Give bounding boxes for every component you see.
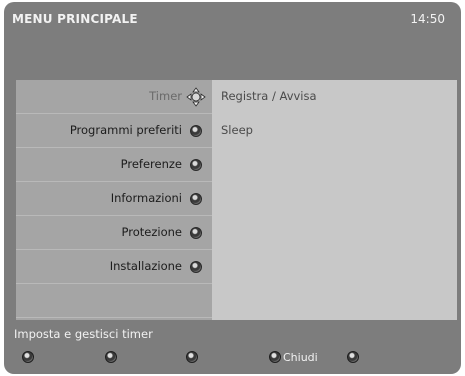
bullet-icon <box>190 193 202 205</box>
main-menu: Timer Programmi preferiti Preferenze Inf… <box>16 80 212 320</box>
menu-item-label: Timer <box>149 89 182 103</box>
menu-item-empty <box>16 284 212 318</box>
options-key-button[interactable] <box>347 350 361 364</box>
green-key-icon <box>105 351 117 363</box>
dpad-icon <box>186 87 206 107</box>
menu-item-programmi-preferiti[interactable]: Programmi preferiti <box>16 114 212 148</box>
menu-item-label: Programmi preferiti <box>69 123 182 137</box>
tv-screen: MENU PRINCIPALE 14:50 Timer Programmi pr… <box>4 2 461 374</box>
red-key-icon <box>22 351 34 363</box>
submenu-panel: Registra / Avvisa Sleep <box>212 80 457 320</box>
red-key-button[interactable] <box>22 350 36 364</box>
menu-item-label: Preferenze <box>120 157 182 171</box>
menu-item-preferenze[interactable]: Preferenze <box>16 148 212 182</box>
bullet-icon <box>190 125 202 137</box>
menu-item-installazione[interactable]: Installazione <box>16 250 212 284</box>
menu-item-informazioni[interactable]: Informazioni <box>16 182 212 216</box>
bullet-icon <box>190 261 202 273</box>
chiudi-label: Chiudi <box>283 350 318 364</box>
page-title: MENU PRINCIPALE <box>12 12 138 26</box>
menu-item-label: Installazione <box>109 259 182 273</box>
menu-item-protezione[interactable]: Protezione <box>16 216 212 250</box>
bullet-icon <box>190 227 202 239</box>
yellow-key-icon <box>186 351 198 363</box>
menu-item-label: Protezione <box>121 225 182 239</box>
bullet-icon <box>190 159 202 171</box>
submenu-item-registra-avvisa[interactable]: Registra / Avvisa <box>221 89 317 103</box>
options-key-icon <box>347 351 359 363</box>
chiudi-button[interactable]: Chiudi <box>269 350 318 364</box>
blue-key-icon <box>269 351 281 363</box>
help-text: Imposta e gestisci timer <box>14 327 153 341</box>
menu-item-label: Informazioni <box>110 191 182 205</box>
menu-item-timer[interactable]: Timer <box>16 80 212 114</box>
clock: 14:50 <box>410 12 445 26</box>
yellow-key-button[interactable] <box>186 350 200 364</box>
green-key-button[interactable] <box>105 350 119 364</box>
submenu-item-sleep[interactable]: Sleep <box>221 123 253 137</box>
